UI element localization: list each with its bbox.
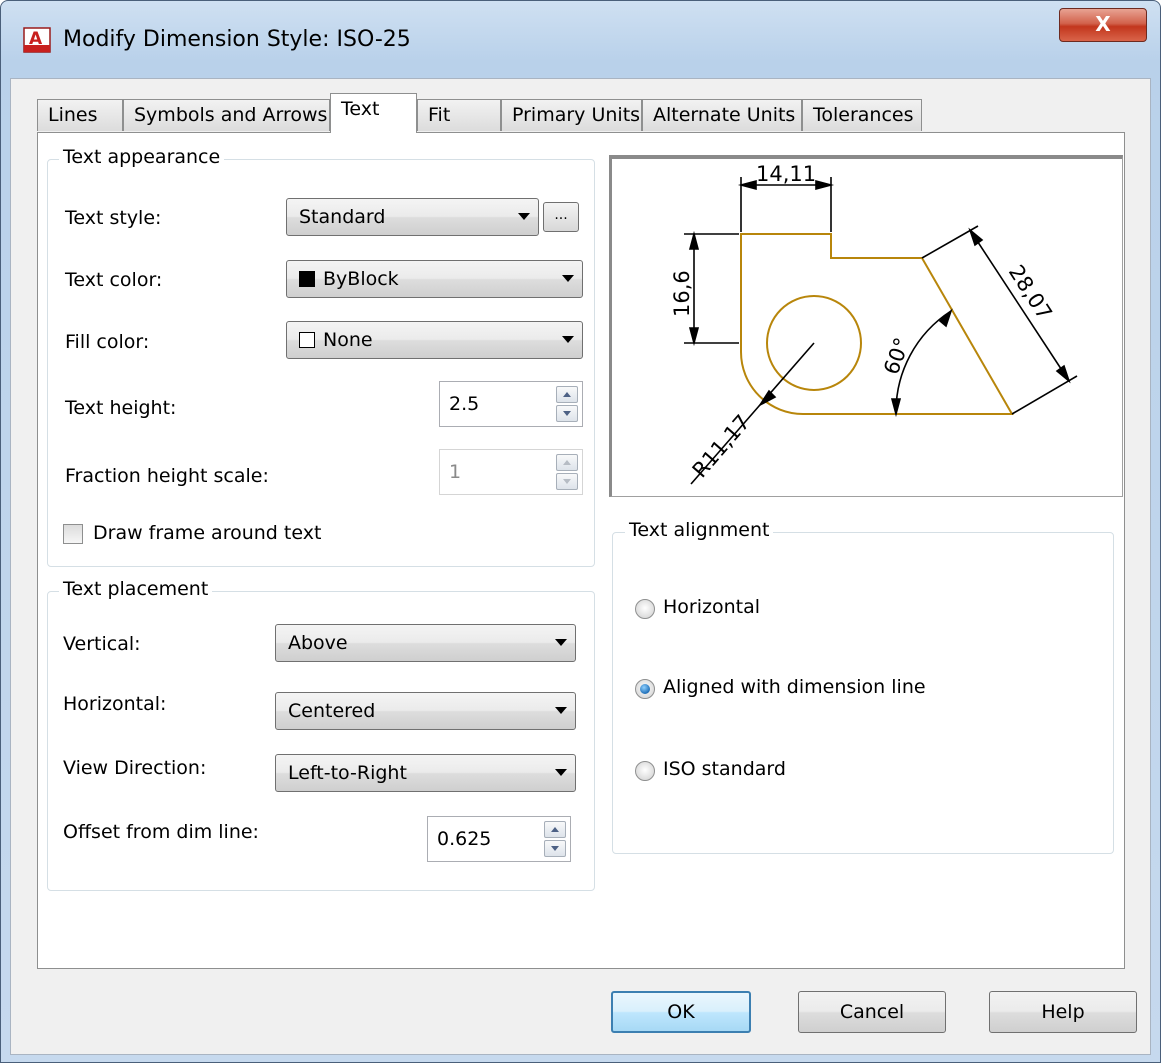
text-appearance-title: Text appearance xyxy=(59,146,225,168)
chevron-down-icon xyxy=(562,336,574,343)
fill-color-label: Fill color: xyxy=(65,331,150,353)
fraction-height-scale-spinner xyxy=(556,454,578,490)
text-color-value: ByBlock xyxy=(323,268,399,290)
fill-color-value-wrap: None xyxy=(299,322,373,358)
fill-color-select[interactable]: None xyxy=(286,321,583,359)
preview-drawing: 14,11 16,6 28,07 60° R11,17 xyxy=(670,162,1078,485)
spin-down-icon[interactable] xyxy=(556,405,578,422)
offset-label: Offset from dim line: xyxy=(63,821,259,843)
text-height-spinner xyxy=(556,386,578,422)
chevron-down-icon xyxy=(562,275,574,282)
draw-frame-label[interactable]: Draw frame around text xyxy=(93,522,321,544)
chevron-down-icon xyxy=(555,639,567,646)
dialog-window: A Modify Dimension Style: ISO-25 X Lines… xyxy=(0,0,1161,1063)
text-style-browse-button[interactable]: ... xyxy=(543,202,579,232)
text-alignment-title: Text alignment xyxy=(625,519,774,541)
text-color-label: Text color: xyxy=(65,269,163,291)
tab-symbols-and-arrows[interactable]: Symbols and Arrows xyxy=(123,99,330,131)
text-placement-title: Text placement xyxy=(59,578,213,600)
dim-top-text: 14,11 xyxy=(756,162,816,186)
spin-down-icon xyxy=(556,473,578,490)
spin-up-icon xyxy=(556,454,578,471)
fraction-height-scale-input: 1 xyxy=(439,449,583,495)
spin-up-icon[interactable] xyxy=(556,386,578,403)
fill-color-value: None xyxy=(323,329,373,351)
align-with-dim-line-label[interactable]: Aligned with dimension line xyxy=(663,676,926,698)
color-swatch-icon xyxy=(299,271,315,287)
align-iso-label[interactable]: ISO standard xyxy=(663,758,786,780)
spin-up-icon[interactable] xyxy=(544,821,566,838)
tab-lines[interactable]: Lines xyxy=(37,99,123,131)
offset-input[interactable]: 0.625 xyxy=(427,816,571,862)
draw-frame-checkbox[interactable] xyxy=(63,524,83,544)
dim-radius-text: R11,17 xyxy=(688,410,755,482)
tab-fit[interactable]: Fit xyxy=(417,99,501,131)
view-direction-label: View Direction: xyxy=(63,757,207,779)
text-height-label: Text height: xyxy=(65,397,177,419)
fraction-height-scale-label: Fraction height scale: xyxy=(65,465,269,487)
svg-text:A: A xyxy=(29,29,43,49)
text-height-input[interactable]: 2.5 xyxy=(439,381,583,427)
title-bar[interactable]: A Modify Dimension Style: ISO-25 X xyxy=(1,1,1160,81)
vertical-value: Above xyxy=(288,632,348,654)
dim-angle-text: 60° xyxy=(879,335,914,378)
text-style-select[interactable]: Standard xyxy=(286,198,539,236)
align-iso-radio[interactable] xyxy=(635,761,655,781)
align-with-dim-line-radio[interactable] xyxy=(635,679,655,699)
tab-primary-units[interactable]: Primary Units xyxy=(501,99,642,131)
offset-value: 0.625 xyxy=(437,828,492,850)
chevron-down-icon xyxy=(555,707,567,714)
horizontal-select[interactable]: Centered xyxy=(275,692,576,730)
color-swatch-icon xyxy=(299,332,315,348)
vertical-label: Vertical: xyxy=(63,633,141,655)
autocad-app-icon: A xyxy=(23,27,51,53)
offset-spinner xyxy=(544,821,566,857)
text-style-value: Standard xyxy=(299,206,386,228)
part-outline xyxy=(740,233,1014,415)
cancel-button[interactable]: Cancel xyxy=(798,991,946,1033)
text-color-value-wrap: ByBlock xyxy=(299,261,399,297)
horizontal-value: Centered xyxy=(288,700,376,722)
text-color-select[interactable]: ByBlock xyxy=(286,260,583,298)
fraction-height-scale-value: 1 xyxy=(449,461,462,483)
spin-down-icon[interactable] xyxy=(544,840,566,857)
chevron-down-icon xyxy=(555,769,567,776)
align-horizontal-radio[interactable] xyxy=(635,599,655,619)
tab-tolerances[interactable]: Tolerances xyxy=(802,99,922,131)
window-title: Modify Dimension Style: ISO-25 xyxy=(63,27,411,52)
text-height-value: 2.5 xyxy=(449,393,480,415)
text-style-label: Text style: xyxy=(65,207,162,229)
view-direction-value: Left-to-Right xyxy=(288,762,407,784)
view-direction-select[interactable]: Left-to-Right xyxy=(275,754,576,792)
ok-button[interactable]: OK xyxy=(611,991,751,1033)
close-button[interactable]: X xyxy=(1059,8,1147,42)
help-button[interactable]: Help xyxy=(989,991,1137,1033)
dimension-preview: 14,11 16,6 28,07 60° R11,17 xyxy=(609,155,1123,497)
tab-text[interactable]: Text xyxy=(330,93,417,133)
dim-left-text: 16,6 xyxy=(670,270,694,317)
chevron-down-icon xyxy=(518,213,530,220)
horizontal-label: Horizontal: xyxy=(63,693,167,715)
align-horizontal-label[interactable]: Horizontal xyxy=(663,596,760,618)
vertical-select[interactable]: Above xyxy=(275,624,576,662)
tab-alternate-units[interactable]: Alternate Units xyxy=(642,99,802,131)
